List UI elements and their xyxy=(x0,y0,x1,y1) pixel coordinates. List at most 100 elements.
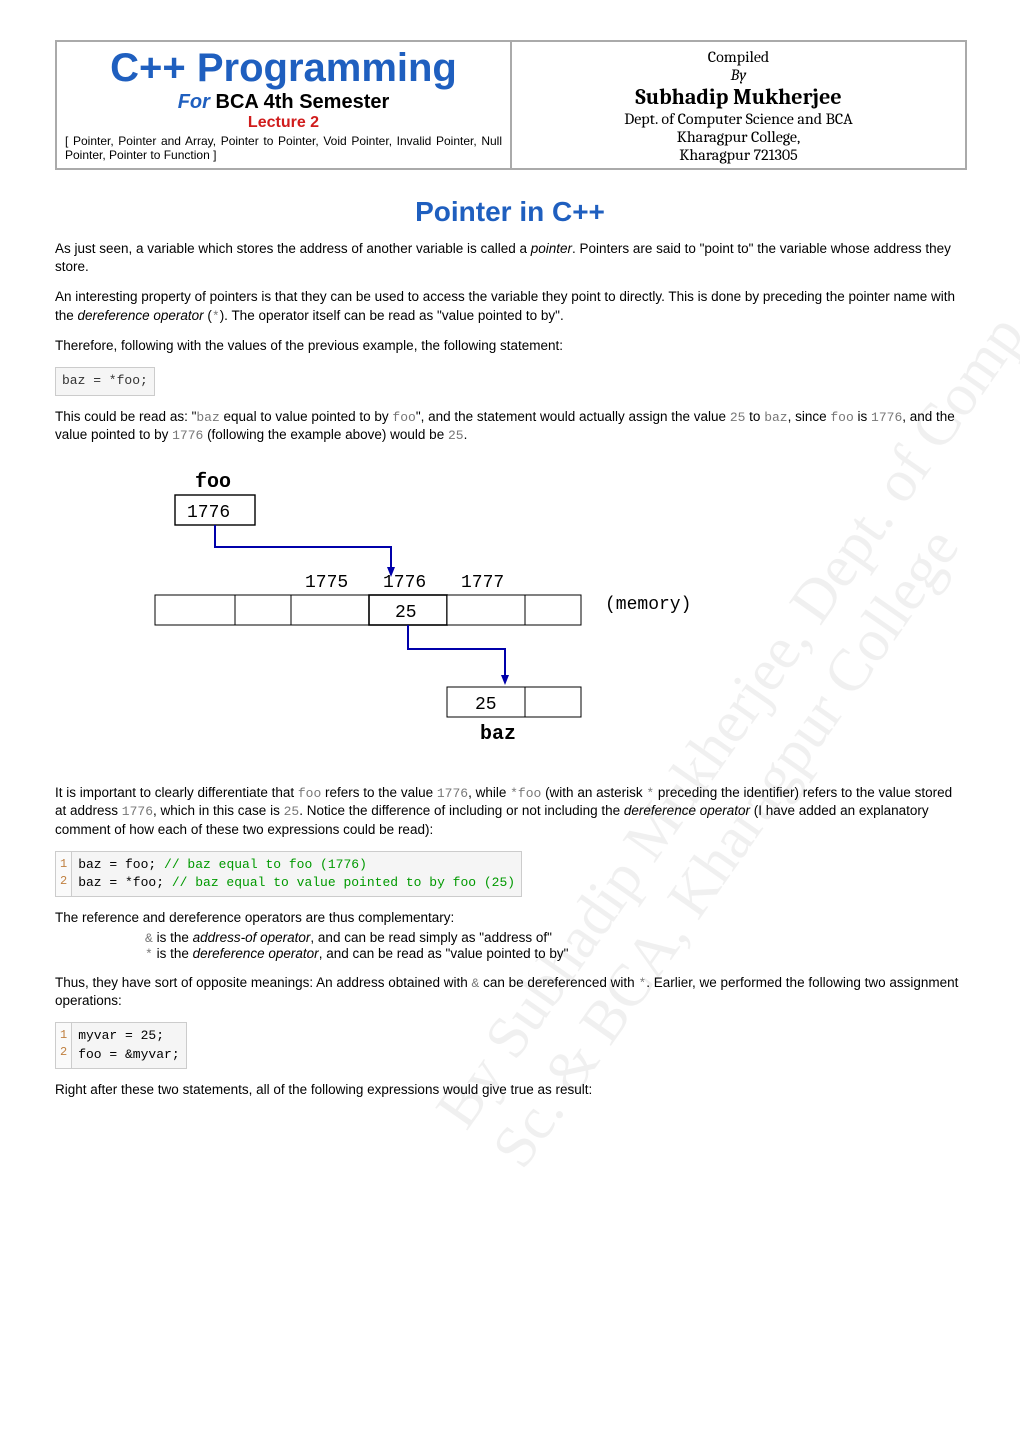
section-title: Pointer in C++ xyxy=(55,196,965,228)
para-3: Therefore, following with the values of … xyxy=(55,337,965,355)
by-label: By xyxy=(520,66,957,84)
compiled-label: Compiled xyxy=(520,48,957,66)
dept-line1: Dept. of Computer Science and BCA xyxy=(520,110,957,128)
b1b: is the xyxy=(153,930,193,945)
b2c: dereference operator xyxy=(193,946,319,961)
p4l: 1776 xyxy=(871,410,902,425)
p2d-code: * xyxy=(212,309,220,324)
p4c: equal to value pointed to by xyxy=(220,409,393,424)
p5c: refers to the value xyxy=(321,785,437,800)
para-1: As just seen, a variable which stores th… xyxy=(55,240,965,276)
bullet-2: * is the dereference operator, and can b… xyxy=(145,946,965,962)
code3-gutter: 1 2 xyxy=(55,1022,72,1068)
p2e: ). The operator itself can be read as "v… xyxy=(220,308,564,323)
code2-gutter: 1 2 xyxy=(55,851,72,897)
p4q: . xyxy=(464,427,468,442)
p5b: foo xyxy=(298,786,321,801)
c3g2: 2 xyxy=(60,1044,67,1061)
p5a: It is important to clearly differentiate… xyxy=(55,785,298,800)
bullet-1: & is the address-of operator, and can be… xyxy=(145,930,965,946)
c3l2: foo = &myvar; xyxy=(78,1046,179,1064)
p4a: This could be read as: " xyxy=(55,409,196,424)
p4p: 25 xyxy=(448,428,464,443)
b2d: , and can be read as "value pointed to b… xyxy=(319,946,569,961)
para-4: This could be read as: "baz equal to val… xyxy=(55,408,965,445)
baz-label: baz xyxy=(480,723,516,746)
p4d: foo xyxy=(392,410,415,425)
p4g: to xyxy=(745,409,764,424)
b1d: , and can be read simply as "address of" xyxy=(310,930,551,945)
for-word: For xyxy=(178,91,210,113)
g2: 2 xyxy=(60,873,67,890)
p4i: , since xyxy=(788,409,831,424)
code-box-3: 1 2 myvar = 25; foo = &myvar; xyxy=(55,1022,965,1068)
p4o: (following the example above) would be xyxy=(203,427,448,442)
dept-line3: Kharagpur 721305 xyxy=(520,146,957,164)
code-box-2: 1 2 baz = foo; // baz equal to foo (1776… xyxy=(55,851,965,897)
p7a: Thus, they have sort of opposite meaning… xyxy=(55,975,472,990)
p5f: *foo xyxy=(510,786,541,801)
p5g: (with an asterisk xyxy=(541,785,646,800)
sub-text: BCA 4th Semester xyxy=(210,91,389,113)
p7c: can be dereferenced with xyxy=(479,975,638,990)
bullet-list: & is the address-of operator, and can be… xyxy=(145,930,965,962)
p4e: ", and the statement would actually assi… xyxy=(416,409,730,424)
p5m: . Notice the difference of including or … xyxy=(299,803,624,818)
b2b: is the xyxy=(153,946,193,961)
dept-line2: Kharagpur College, xyxy=(520,128,957,146)
baz-val: 25 xyxy=(475,695,497,715)
p5l: 25 xyxy=(284,804,300,819)
g1: 1 xyxy=(60,856,67,873)
p4f: 25 xyxy=(730,410,746,425)
code1-text: baz = *foo; xyxy=(62,373,148,388)
code2-body: baz = foo; // baz equal to foo (1776) ba… xyxy=(72,851,522,897)
p5n-italic: dereference operator xyxy=(624,803,750,818)
p4n: 1776 xyxy=(172,428,203,443)
p1b-italic: pointer xyxy=(531,241,572,256)
header-desc: [ Pointer, Pointer and Array, Pointer to… xyxy=(65,134,502,162)
pointer-diagram: foo 1776 1775 1776 1777 (memory) 25 25 b… xyxy=(135,469,835,749)
code-box-1: baz = *foo; xyxy=(55,367,155,395)
p4j: foo xyxy=(830,410,853,425)
mem-1775: 1775 xyxy=(305,573,348,593)
para-7: Thus, they have sort of opposite meaning… xyxy=(55,974,965,1011)
mem-val-25: 25 xyxy=(395,603,417,623)
title-main: C++ Programming xyxy=(65,46,502,91)
p4k: is xyxy=(854,409,871,424)
lecture-label: Lecture 2 xyxy=(65,114,502,132)
p5d: 1776 xyxy=(437,786,468,801)
p4h: baz xyxy=(764,410,787,425)
p5j: 1776 xyxy=(122,804,153,819)
mem-1776: 1776 xyxy=(383,573,426,593)
c2l1b: // baz equal to foo (1776) xyxy=(164,857,367,872)
para-5: It is important to clearly differentiate… xyxy=(55,784,965,839)
p2c: ( xyxy=(204,308,212,323)
c2l2a: baz = *foo; xyxy=(78,875,172,890)
p5e: , while xyxy=(468,785,510,800)
p5k: , which in this case is xyxy=(153,803,284,818)
p2b-italic: dereference operator xyxy=(78,308,204,323)
header-table: C++ Programming For BCA 4th Semester Lec… xyxy=(55,40,967,170)
c3l1: myvar = 25; xyxy=(78,1027,179,1045)
p1a: As just seen, a variable which stores th… xyxy=(55,241,531,256)
b2a: * xyxy=(145,947,153,962)
title-sub: For BCA 4th Semester xyxy=(65,91,502,114)
p4b: baz xyxy=(196,410,219,425)
header-left-cell: C++ Programming For BCA 4th Semester Lec… xyxy=(56,41,511,169)
code3-body: myvar = 25; foo = &myvar; xyxy=(72,1022,186,1068)
b1a: & xyxy=(145,931,153,946)
header-right-cell: Compiled By Subhadip Mukherjee Dept. of … xyxy=(511,41,966,169)
p5h: * xyxy=(646,786,654,801)
b1c: address-of operator xyxy=(193,930,311,945)
foo-label: foo xyxy=(195,471,231,494)
para-6: The reference and dereference operators … xyxy=(55,909,965,927)
c2l2b: // baz equal to value pointed to by foo … xyxy=(172,875,515,890)
para-2: An interesting property of pointers is t… xyxy=(55,288,965,325)
foo-val: 1776 xyxy=(187,503,230,523)
mem-1777: 1777 xyxy=(461,573,504,593)
c2l1a: baz = foo; xyxy=(78,857,164,872)
mem-label: (memory) xyxy=(605,595,691,615)
c3g1: 1 xyxy=(60,1027,67,1044)
author-name: Subhadip Mukherjee xyxy=(520,84,957,110)
para-8: Right after these two statements, all of… xyxy=(55,1081,965,1099)
